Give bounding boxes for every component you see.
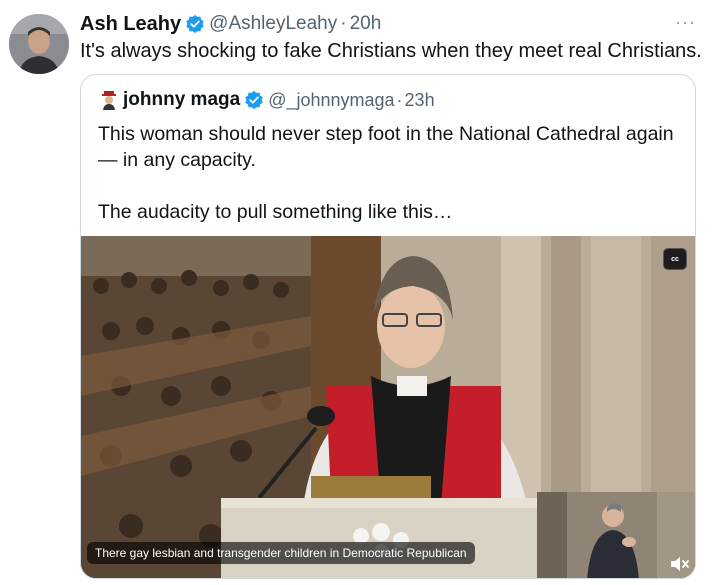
quoted-tweet-text: This woman should never step foot in the… [98, 121, 674, 225]
verified-badge-icon [185, 14, 205, 34]
separator-dot: · [396, 89, 403, 110]
author-avatar[interactable] [9, 14, 69, 74]
quoted-tweet-time[interactable]: 23h [405, 90, 435, 111]
tweet-text: It's always shocking to fake Christians … [80, 40, 702, 62]
author-name[interactable]: Ash Leahy [80, 13, 181, 36]
quoted-text-line: This woman should never step foot in the… [98, 123, 674, 145]
speaker-muted-icon[interactable] [669, 554, 691, 574]
video-player[interactable]: cc There gay lesbian and transgender chi… [81, 236, 695, 578]
tweet-header: Ash Leahy @AshleyLeahy · 20h [80, 12, 381, 36]
quoted-author-name[interactable]: johnny maga [123, 89, 240, 111]
separator-dot: · [340, 13, 347, 34]
quoted-text-line: — in any capacity. [98, 149, 256, 171]
video-caption: There gay lesbian and transgender childr… [87, 542, 475, 564]
quoted-text-line: The audacity to pull something like this… [98, 201, 453, 223]
closed-captions-icon[interactable]: cc [663, 248, 687, 270]
more-options-icon[interactable]: ··· [675, 12, 696, 33]
person-emoji-icon [99, 90, 119, 110]
author-handle[interactable]: @AshleyLeahy [209, 13, 337, 35]
quoted-tweet-card[interactable]: johnny maga @_johnnymaga · 23h This woma… [80, 74, 696, 579]
quoted-author-handle[interactable]: @_johnnymaga [268, 90, 394, 111]
tweet-time[interactable]: 20h [350, 13, 382, 35]
verified-badge-icon [244, 90, 264, 110]
quoted-tweet-header: johnny maga @_johnnymaga · 23h [99, 89, 435, 111]
